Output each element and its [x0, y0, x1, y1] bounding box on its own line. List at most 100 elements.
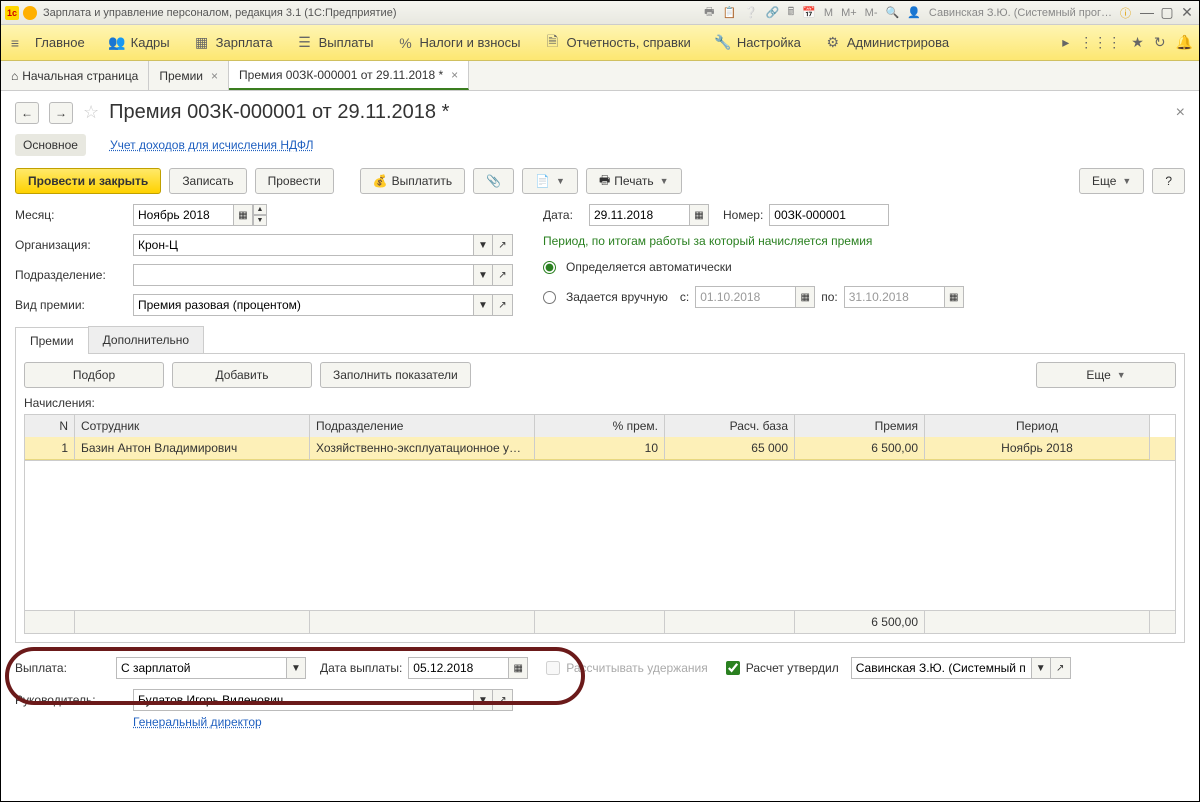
help-button[interactable]: ? — [1152, 168, 1185, 194]
fill-button[interactable]: Заполнить показатели — [320, 362, 471, 388]
nav-reports[interactable]: 🗎Отчетность, справки — [533, 35, 703, 51]
from-label: с: — [680, 290, 689, 304]
inner-tab-extra[interactable]: Дополнительно — [88, 326, 204, 353]
m-label[interactable]: M — [824, 7, 833, 19]
col-prem[interactable]: Премия — [795, 415, 925, 437]
close-page-icon[interactable]: × — [1176, 104, 1185, 122]
calc-icon[interactable]: 🖩 — [788, 3, 795, 22]
m-plus-label[interactable]: M+ — [841, 7, 857, 19]
forward-button[interactable]: → — [49, 102, 73, 124]
table-empty-area[interactable] — [25, 460, 1175, 610]
post-and-close-button[interactable]: Провести и закрыть — [15, 168, 161, 194]
head-title-link[interactable]: Генеральный директор — [133, 715, 262, 729]
approver-input[interactable] — [851, 657, 1031, 679]
search-icon[interactable]: 🔍 — [886, 6, 900, 19]
org-input[interactable] — [133, 234, 473, 256]
close-icon[interactable]: × — [211, 69, 218, 83]
open-button[interactable]: ↗ — [493, 264, 513, 286]
nav-taxes[interactable]: %Налоги и взносы — [385, 35, 532, 51]
calendar-button: ▦ — [795, 286, 815, 308]
print-icon[interactable]: 🖶 — [704, 3, 714, 22]
tab-premii[interactable]: Премии× — [149, 61, 229, 90]
inner-tab-premii[interactable]: Премии — [15, 327, 89, 354]
col-dep[interactable]: Подразделение — [310, 415, 535, 437]
help-icon[interactable]: ❔ — [744, 6, 758, 19]
pay-button[interactable]: 💰Выплатить — [360, 168, 465, 194]
favorite-icon[interactable]: ☆ — [83, 102, 99, 123]
m-minus-label[interactable]: M- — [865, 7, 878, 19]
link-icon[interactable]: 🔗 — [766, 6, 780, 19]
nav-hr[interactable]: 👥Кадры — [97, 35, 182, 51]
radio-auto[interactable] — [543, 261, 556, 274]
attach-button[interactable]: 📎 — [473, 168, 514, 194]
clipboard-icon[interactable]: 📋 — [722, 6, 736, 19]
maximize-icon[interactable]: ▢ — [1159, 4, 1175, 21]
add-button[interactable]: Добавить — [172, 362, 312, 388]
open-button[interactable]: ↗ — [1051, 657, 1071, 679]
date-input[interactable] — [589, 204, 689, 226]
calendar-button[interactable]: ▦ — [233, 204, 253, 226]
nav-main[interactable]: Главное — [23, 35, 97, 50]
month-label: Месяц: — [15, 208, 127, 222]
print-button[interactable]: 🖶Печать▼ — [586, 168, 682, 194]
user-name[interactable]: Савинская З.Ю. (Системный прог… — [929, 7, 1112, 19]
dropdown-button[interactable]: ▼ — [1031, 657, 1051, 679]
dropdown-button[interactable]: ▼ — [286, 657, 306, 679]
num-input[interactable] — [769, 204, 889, 226]
col-emp[interactable]: Сотрудник — [75, 415, 310, 437]
subnav-main[interactable]: Основное — [15, 134, 86, 156]
col-pct[interactable]: % прем. — [535, 415, 665, 437]
nav-settings[interactable]: 🔧Настройка — [703, 35, 813, 51]
dropdown-button[interactable]: ▼ — [473, 234, 493, 256]
paydate-input[interactable] — [408, 657, 508, 679]
dropdown-button[interactable]: ▼ — [473, 264, 493, 286]
back-button[interactable]: ← — [15, 102, 39, 124]
app-menu-icon[interactable] — [23, 6, 37, 20]
head-label: Руководитель: — [15, 693, 127, 707]
pick-button[interactable]: Подбор — [24, 362, 164, 388]
pay-icon: 💰 — [373, 174, 388, 188]
open-button[interactable]: ↗ — [493, 689, 513, 711]
bell-icon[interactable]: 🔔 — [1176, 34, 1193, 51]
menu-icon[interactable]: ≡ — [7, 35, 23, 51]
open-button[interactable]: ↗ — [493, 294, 513, 316]
history-icon[interactable]: ↻ — [1154, 34, 1166, 51]
tab-document[interactable]: Премия 00ЗК-000001 от 29.11.2018 *× — [229, 61, 469, 90]
payout-input[interactable] — [116, 657, 286, 679]
col-per[interactable]: Период — [925, 415, 1150, 437]
open-button[interactable]: ↗ — [493, 234, 513, 256]
star-nav-icon[interactable]: ★ — [1131, 34, 1144, 51]
month-down[interactable]: ▼ — [253, 215, 267, 226]
close-icon[interactable]: × — [451, 68, 458, 82]
calendar-icon[interactable]: 📅 — [802, 6, 816, 19]
subnav-ndfl[interactable]: Учет доходов для исчисления НДФЛ — [102, 134, 322, 156]
radio-manual[interactable] — [543, 291, 556, 304]
create-basis-button[interactable]: 📄▼ — [522, 168, 578, 194]
col-base[interactable]: Расч. база — [665, 415, 795, 437]
type-input[interactable] — [133, 294, 473, 316]
dropdown-button[interactable]: ▼ — [473, 294, 493, 316]
close-window-icon[interactable]: ✕ — [1179, 4, 1195, 21]
minimize-icon[interactable]: — — [1139, 4, 1155, 21]
post-button[interactable]: Провести — [255, 168, 334, 194]
approved-checkbox[interactable] — [726, 661, 740, 675]
info-icon[interactable]: ⓘ — [1120, 5, 1131, 21]
nav-payments[interactable]: ☰Выплаты — [285, 35, 386, 51]
calendar-button[interactable]: ▦ — [689, 204, 709, 226]
table-row[interactable]: 1 Базин Антон Владимирович Хозяйственно-… — [25, 437, 1175, 460]
save-button[interactable]: Записать — [169, 168, 246, 194]
head-input[interactable] — [133, 689, 473, 711]
col-n[interactable]: N — [25, 415, 75, 437]
chevron-right-icon[interactable]: ▸ — [1062, 34, 1069, 51]
dep-input[interactable] — [133, 264, 473, 286]
calendar-button[interactable]: ▦ — [508, 657, 528, 679]
panel-more-button[interactable]: Еще▼ — [1036, 362, 1176, 388]
apps-icon[interactable]: ⋮⋮⋮ — [1079, 34, 1121, 51]
month-up[interactable]: ▲ — [253, 204, 267, 215]
month-input[interactable] — [133, 204, 233, 226]
nav-salary[interactable]: ▦Зарплата — [182, 35, 285, 51]
more-button[interactable]: Еще▼ — [1079, 168, 1144, 194]
nav-admin[interactable]: ⚙Администрирова — [813, 35, 961, 51]
tab-home[interactable]: ⌂Начальная страница — [1, 61, 149, 90]
dropdown-button[interactable]: ▼ — [473, 689, 493, 711]
